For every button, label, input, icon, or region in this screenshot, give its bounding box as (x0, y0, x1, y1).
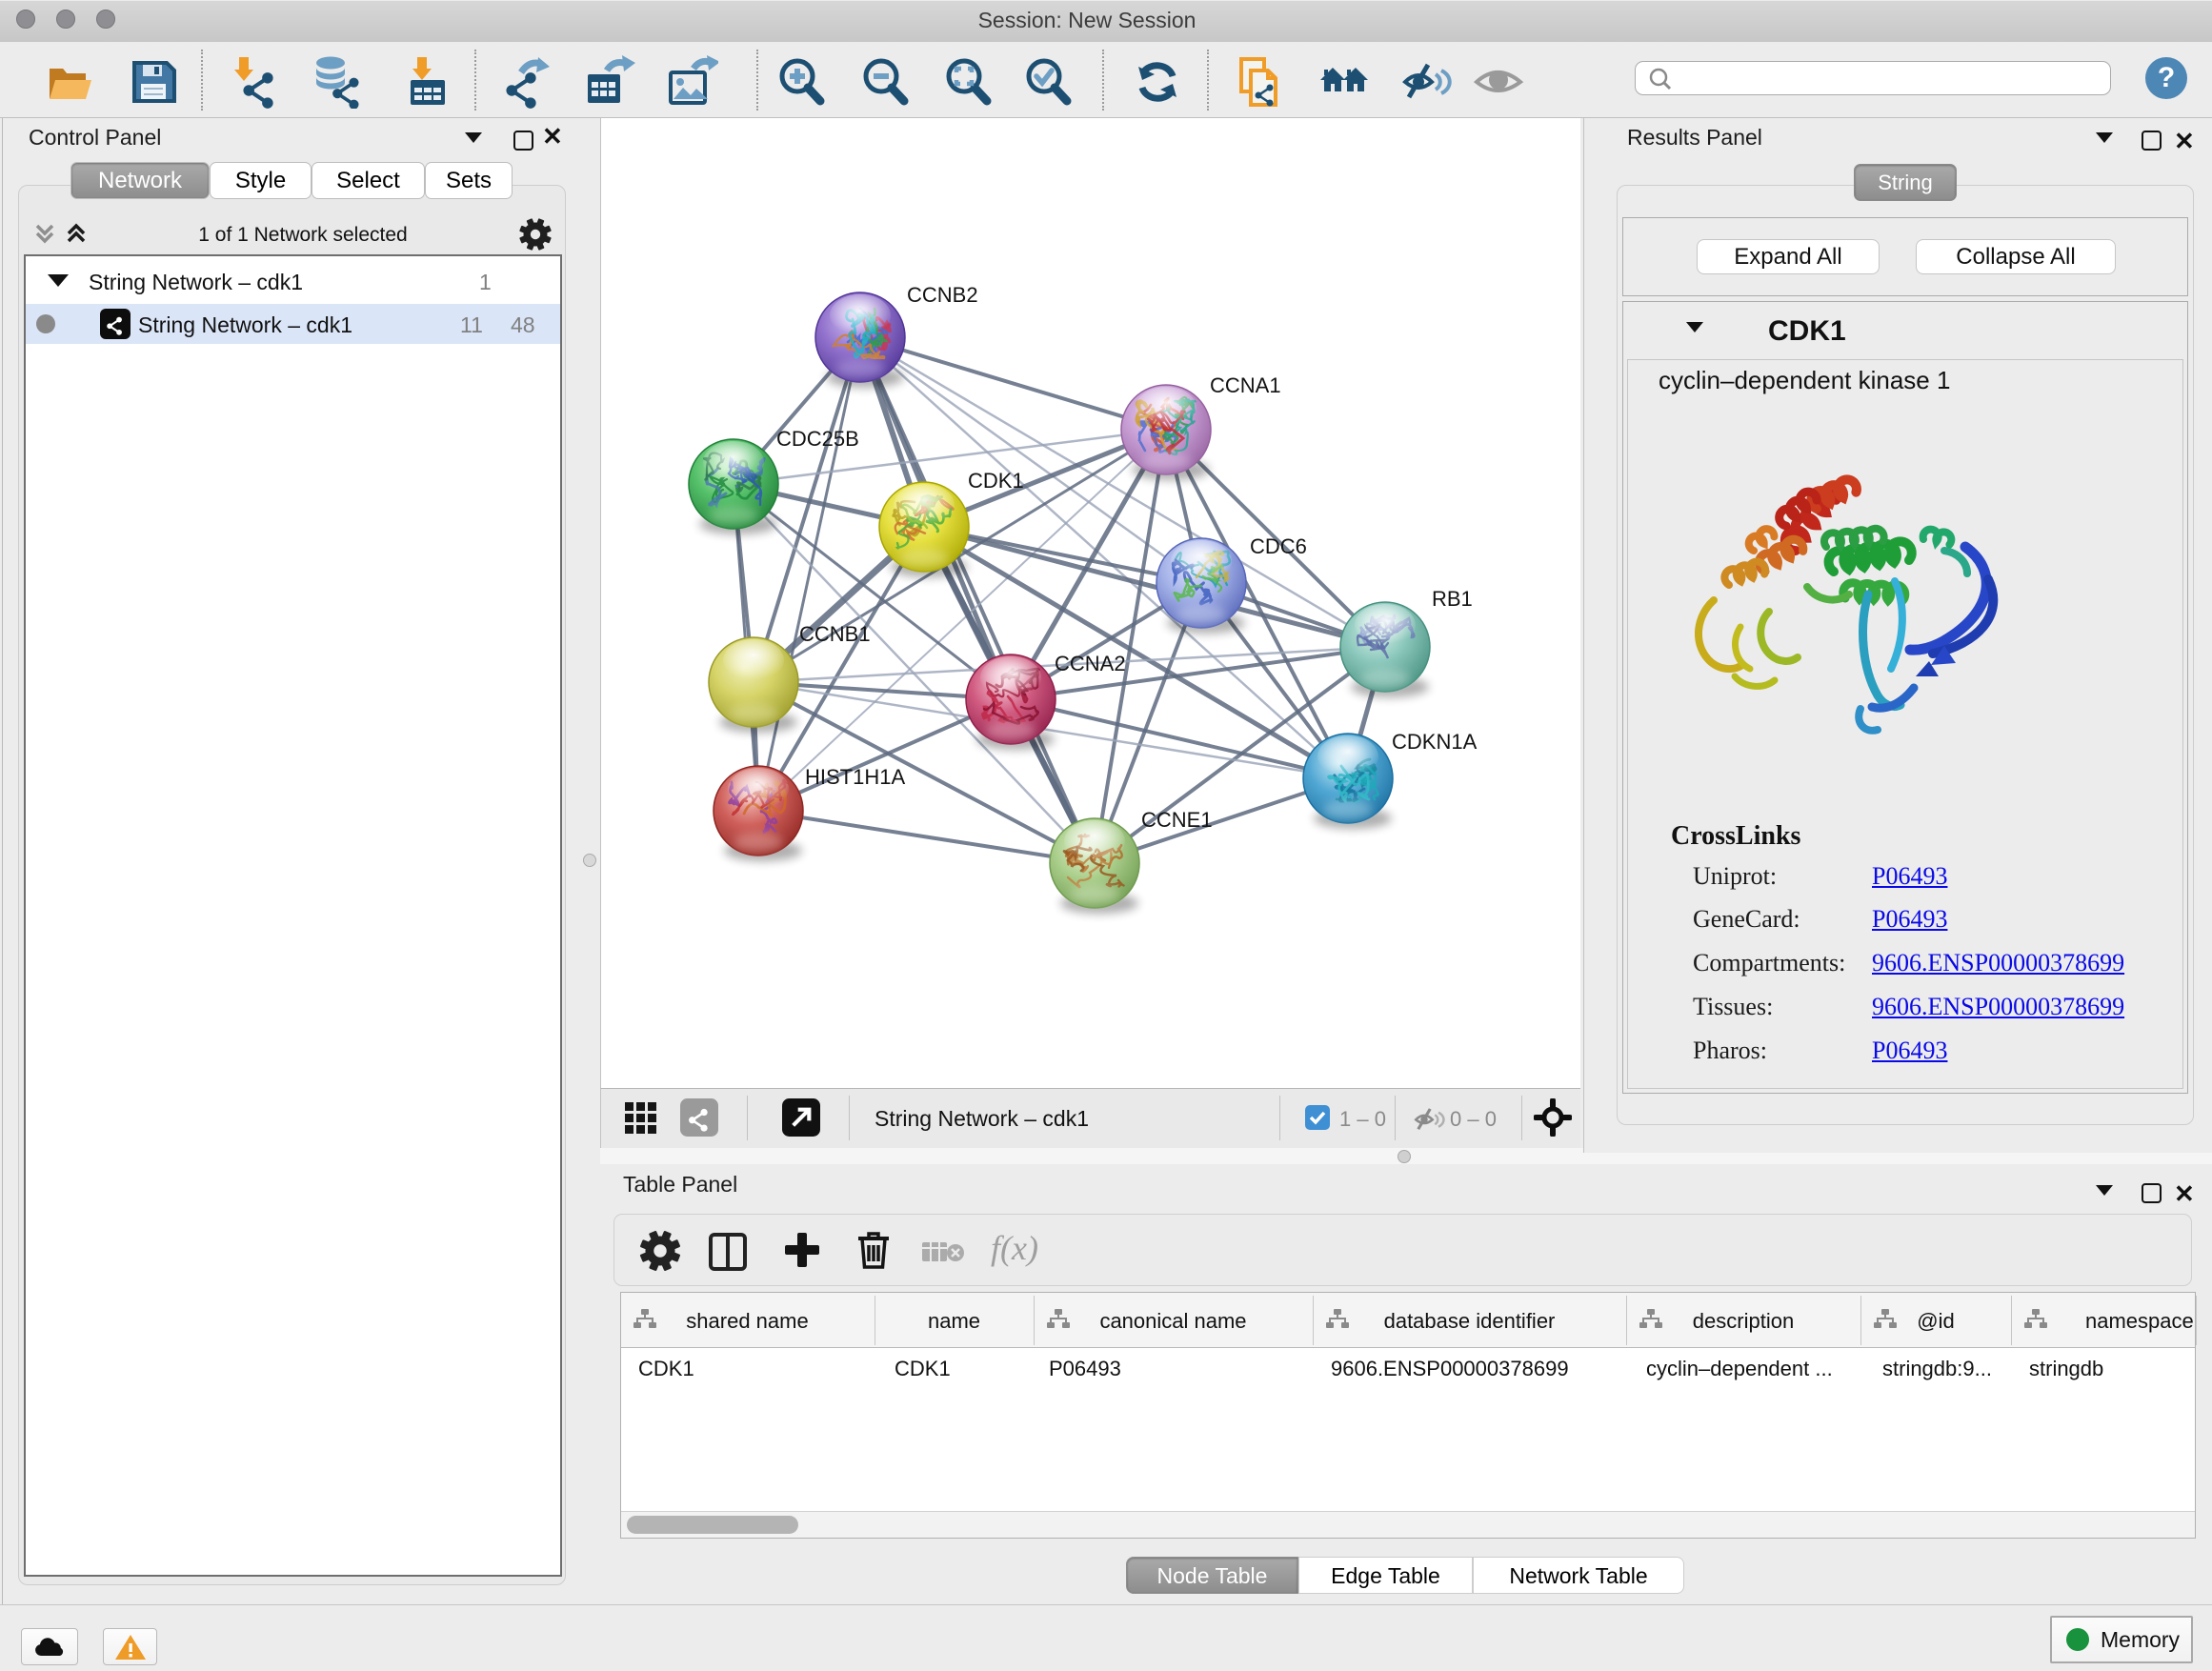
svg-text:CCNE1: CCNE1 (1141, 808, 1213, 832)
svg-text:CCNA2: CCNA2 (1055, 652, 1126, 675)
svg-text:RB1: RB1 (1432, 587, 1473, 611)
svg-text:CDKN1A: CDKN1A (1392, 730, 1478, 754)
svg-text:CCNB2: CCNB2 (907, 283, 978, 307)
svg-text:CDC25B: CDC25B (776, 427, 859, 451)
svg-text:CCNA1: CCNA1 (1210, 373, 1281, 397)
svg-text:HIST1H1A: HIST1H1A (805, 765, 905, 789)
svg-text:CDK1: CDK1 (968, 469, 1024, 493)
svg-text:CCNB1: CCNB1 (799, 622, 871, 646)
svg-text:CDC6: CDC6 (1250, 534, 1307, 558)
